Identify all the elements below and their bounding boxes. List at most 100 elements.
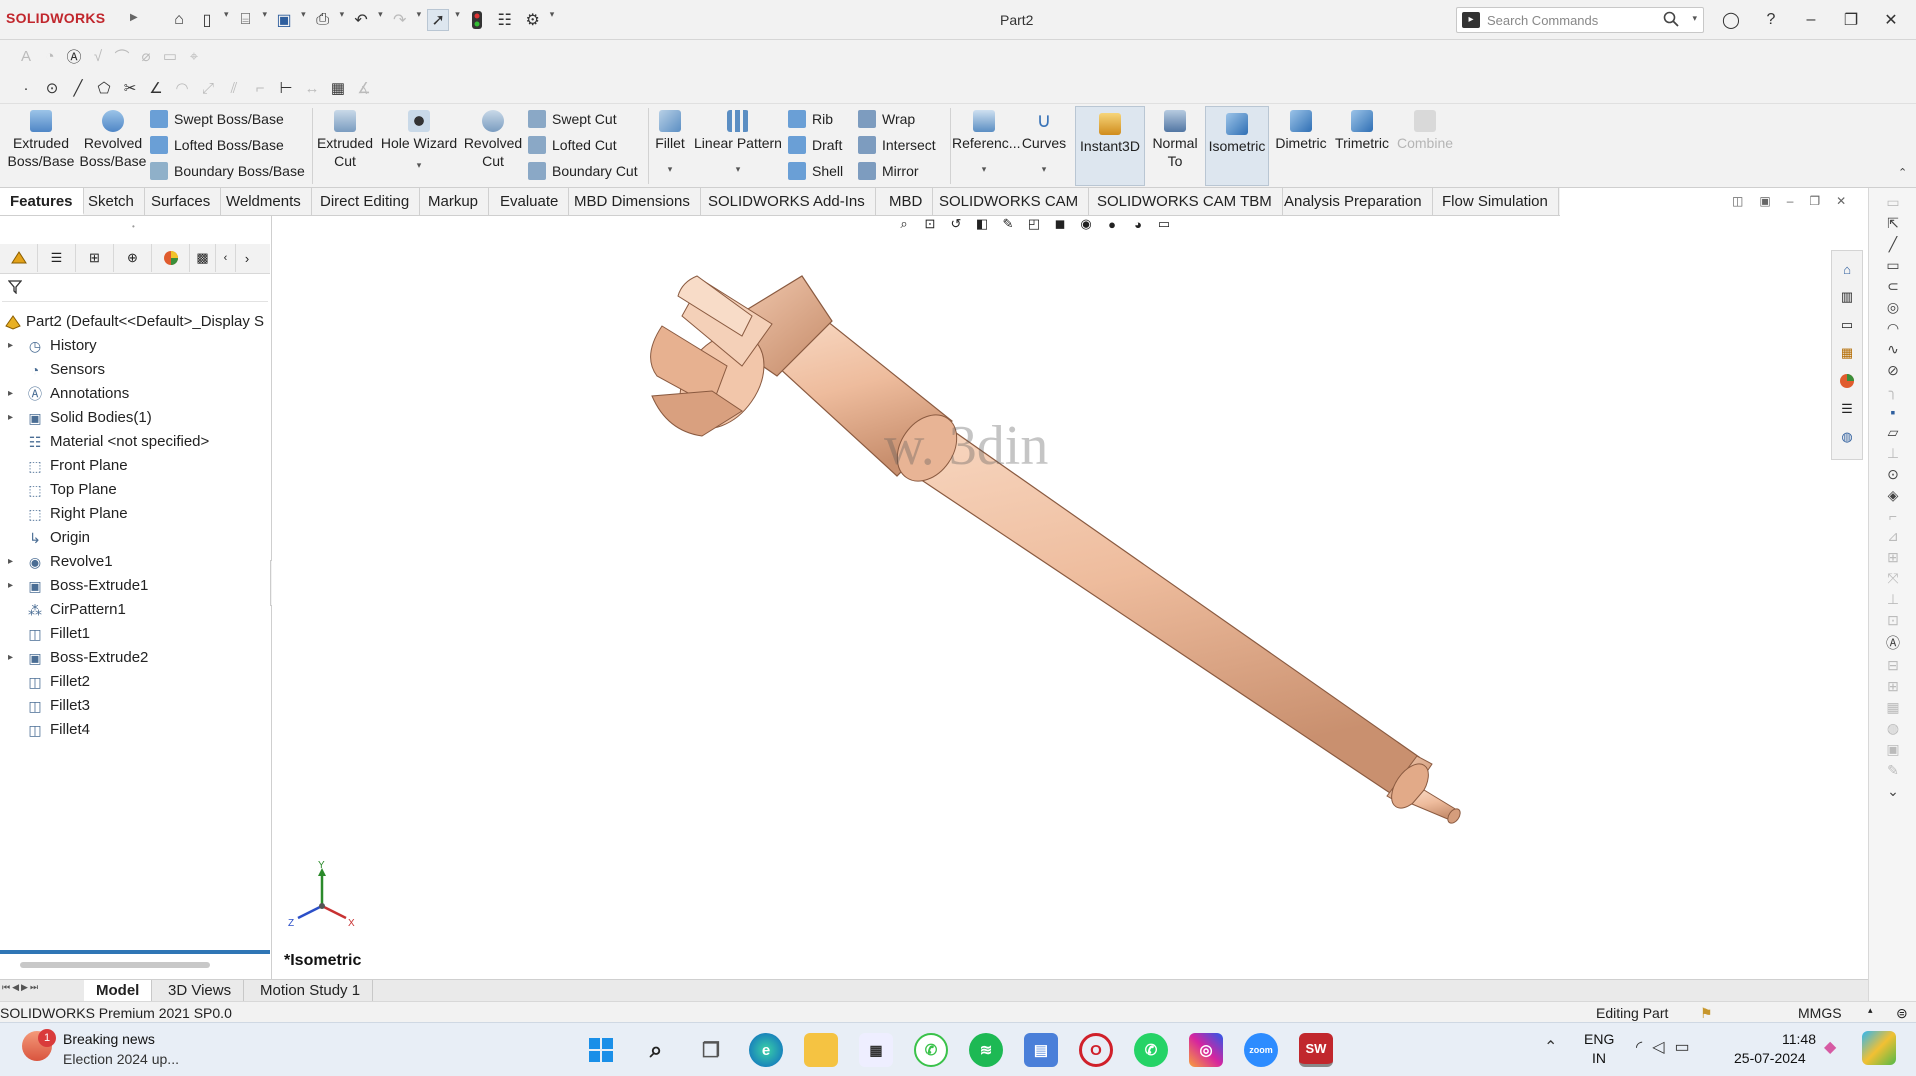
datum-feature-icon[interactable]: ▭ xyxy=(160,46,180,66)
tree-item[interactable]: ◔ Sensors xyxy=(0,358,270,382)
news-subtitle[interactable]: Election 2024 up... xyxy=(63,1051,179,1067)
tree-item[interactable]: ◫ Fillet3 xyxy=(0,694,270,718)
show-hidden-icons-chevron-icon[interactable]: ⌃ xyxy=(1544,1037,1557,1057)
units-dropdown-icon[interactable]: ▴ xyxy=(1868,1005,1873,1016)
first-tab-arrow-icon[interactable]: ⏮ xyxy=(2,982,10,993)
point-icon[interactable]: · xyxy=(16,78,36,98)
tree-item[interactable]: ↳ Origin xyxy=(0,526,270,550)
last-tab-arrow-icon[interactable]: ⏭ xyxy=(30,982,38,993)
filter-icon[interactable] xyxy=(8,280,22,294)
file-properties-icon[interactable]: ☷ xyxy=(494,9,516,31)
normal-to-button[interactable]: Normal To xyxy=(1148,104,1202,170)
sketch-arc-icon[interactable]: ◠ xyxy=(1887,320,1899,337)
combine-button[interactable]: Combine xyxy=(1394,104,1456,152)
tab-solidworks-cam[interactable]: SOLIDWORKS CAM xyxy=(929,188,1090,215)
tree-item[interactable]: ◫ Fillet1 xyxy=(0,622,270,646)
expand-arrow-icon[interactable]: ▸ xyxy=(8,550,13,574)
new-dropdown-icon[interactable]: ▾ xyxy=(224,9,229,31)
appearances-scenes-icon[interactable] xyxy=(1834,369,1860,393)
system-tray[interactable]: ◜ ◁ ▭ xyxy=(1636,1037,1690,1057)
angular-dimension-icon[interactable]: ∡ xyxy=(354,78,374,98)
spotify-icon[interactable]: ≋ xyxy=(969,1033,1003,1067)
boundary-boss-button[interactable]: Boundary Boss/Base xyxy=(150,160,310,182)
close-icon[interactable]: ✕ xyxy=(1880,9,1902,31)
sketch-fillet-icon[interactable]: ╮ xyxy=(1889,383,1897,400)
news-title[interactable]: Breaking news xyxy=(63,1031,155,1047)
sketch-picture-icon[interactable]: ▣ xyxy=(1886,741,1899,758)
tree-filter[interactable] xyxy=(2,274,268,302)
expand-arrow-icon[interactable]: ▸ xyxy=(8,646,13,670)
extend-icon[interactable]: ⤢ xyxy=(198,78,218,98)
doc-minimize-icon[interactable]: – xyxy=(1787,194,1794,208)
curves-dropdown-icon[interactable]: ▾ xyxy=(1018,160,1070,178)
angle-icon[interactable]: ∠ xyxy=(146,78,166,98)
balloon-icon[interactable]: ◔ xyxy=(40,46,60,66)
tree-item[interactable]: ◫ Fillet4 xyxy=(0,718,270,742)
sketch-rectangle-icon[interactable]: ▭ xyxy=(1886,257,1899,274)
configuration-manager-tab-icon[interactable]: ⊞ xyxy=(76,244,114,272)
bottom-tab-motion-study-1[interactable]: Motion Study 1 xyxy=(248,980,374,1001)
tab-analysis-preparation[interactable]: Analysis Preparation xyxy=(1274,188,1433,215)
doc-close-icon[interactable]: ✕ xyxy=(1836,194,1846,208)
mirror-button[interactable]: Mirror xyxy=(858,160,950,182)
rebuild-status-icon[interactable]: ⚑ xyxy=(1700,1005,1713,1022)
solidworks-taskbar-icon[interactable]: SW xyxy=(1299,1033,1333,1067)
start-windows-icon[interactable] xyxy=(584,1033,618,1067)
bottom-tab-3d-views[interactable]: 3D Views xyxy=(156,980,245,1001)
redo-dropdown-icon[interactable]: ▾ xyxy=(417,9,422,31)
task-view-icon[interactable]: ❐ xyxy=(694,1033,728,1067)
zoom-icon[interactable]: zoom xyxy=(1244,1033,1278,1067)
help-icon[interactable]: ? xyxy=(1760,9,1782,31)
geometric-tolerance-icon[interactable]: ⌖ xyxy=(184,46,204,66)
graphics-area[interactable]: ⌕ ⊡ ↺ ◧ ✎ ◰ ◼ ◉ ● ◕ ▭ ◫ ▣ – ❐ ✕ w. 3din … xyxy=(272,194,1868,979)
file-explorer-taskbar-icon[interactable] xyxy=(804,1033,838,1067)
display-manager-tab-icon[interactable] xyxy=(152,244,190,272)
shell-button[interactable]: Shell xyxy=(788,160,854,182)
tab-features[interactable]: Features xyxy=(0,188,84,215)
offset-icon[interactable]: ⫽ xyxy=(224,78,244,98)
custom-properties-icon[interactable]: ☰ xyxy=(1834,397,1860,421)
tile-window-icon[interactable]: ◫ xyxy=(1732,194,1743,208)
sketch-trim-icon[interactable]: ⊙ xyxy=(1887,466,1899,483)
sketch-rapid-icon[interactable]: ⊟ xyxy=(1887,657,1899,674)
solidworks-forum-icon[interactable]: ◍ xyxy=(1834,425,1860,449)
tab-evaluate[interactable]: Evaluate xyxy=(490,188,570,215)
tree-item[interactable]: ▸ ◷ History xyxy=(0,334,270,358)
part-model[interactable] xyxy=(272,216,1868,979)
design-library-icon[interactable]: ▥ xyxy=(1834,285,1860,309)
lofted-boss-button[interactable]: Lofted Boss/Base xyxy=(150,134,310,156)
rebuild-traffic-light-icon[interactable] xyxy=(466,9,488,31)
horizontal-scrollbar[interactable] xyxy=(20,962,210,968)
sketch-line-icon[interactable]: ╱ xyxy=(1889,236,1897,253)
wifi-icon[interactable]: ◜ xyxy=(1636,1037,1642,1057)
extruded-cut-button[interactable]: Extruded Cut xyxy=(314,104,376,170)
horizontal-dimension-icon[interactable]: ↔ xyxy=(302,78,322,98)
tree-item[interactable]: ▸ ◉ Revolve1 xyxy=(0,550,270,574)
sketch-convert-icon[interactable]: ◈ xyxy=(1888,487,1899,504)
notepad-icon[interactable]: ▤ xyxy=(1024,1033,1058,1067)
dimxpert-manager-tab-icon[interactable]: ⊕ xyxy=(114,244,152,272)
unit-system-selector[interactable]: MMGS xyxy=(1798,1005,1842,1021)
sketch-draw-icon[interactable]: ✎ xyxy=(1887,762,1899,779)
tab-weldments[interactable]: Weldments xyxy=(216,188,312,215)
swept-boss-button[interactable]: Swept Boss/Base xyxy=(150,108,310,130)
tab-sketch[interactable]: Sketch xyxy=(78,188,145,215)
instagram-icon[interactable]: ◎ xyxy=(1189,1033,1223,1067)
hole-callout-icon[interactable]: ⌀ xyxy=(136,46,156,66)
fillet-button[interactable]: Fillet ▾ xyxy=(652,104,688,178)
collapse-ribbon-chevron-icon[interactable]: ⌃ xyxy=(1898,166,1907,179)
opera-browser-icon[interactable]: O xyxy=(1079,1033,1113,1067)
tab-direct-editing[interactable]: Direct Editing xyxy=(310,188,421,215)
dimetric-button[interactable]: Dimetric xyxy=(1272,104,1330,152)
smart-dimension-text-icon[interactable]: Ⓐ xyxy=(64,46,84,66)
expand-arrow-icon[interactable]: ▸ xyxy=(8,406,13,430)
rib-button[interactable]: Rib xyxy=(788,108,854,130)
save-icon[interactable]: ▣ xyxy=(273,9,295,31)
curves-button[interactable]: ∪ Curves ▾ xyxy=(1018,104,1070,178)
restore-icon[interactable]: ❐ xyxy=(1840,9,1862,31)
grid-icon[interactable]: ▦ xyxy=(328,78,348,98)
tree-item[interactable]: ⬚ Top Plane xyxy=(0,478,270,502)
view-palette-icon[interactable]: ▦ xyxy=(1834,341,1860,365)
tree-root-part[interactable]: Part2 (Default<<Default>_Display S xyxy=(0,310,270,334)
sketch-mirror-icon[interactable]: ⊿ xyxy=(1887,528,1899,545)
